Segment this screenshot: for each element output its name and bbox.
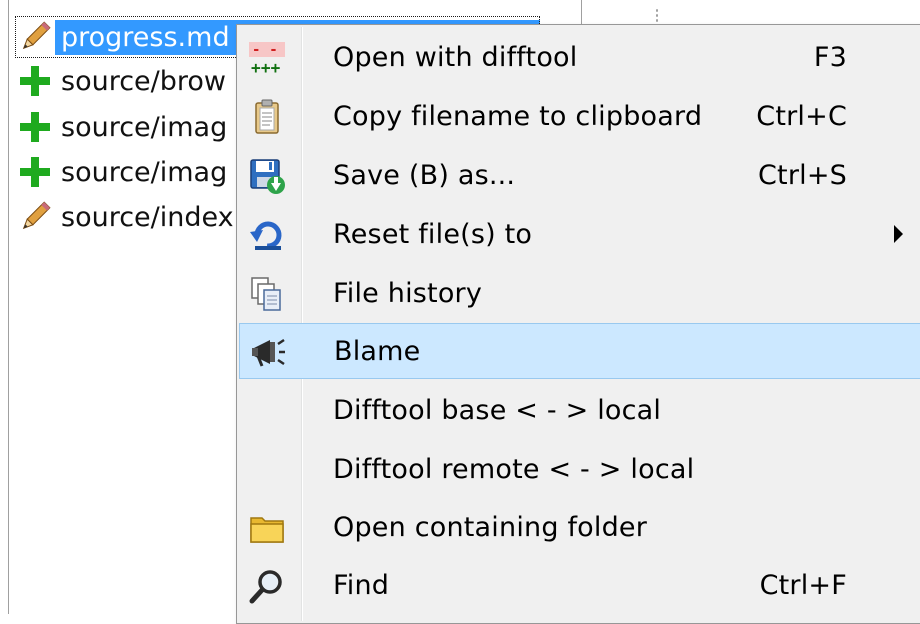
menu-item-label: Open with difftool	[333, 42, 578, 73]
file-row[interactable]: source/brow	[15, 60, 232, 102]
menu-item-label: Open containing folder	[333, 512, 648, 543]
menu-item-find[interactable]: Find Ctrl+F	[239, 558, 920, 614]
menu-item-difftool-base-local[interactable]: Difftool base < - > local	[239, 383, 920, 439]
file-name: source/brow	[61, 65, 227, 97]
submenu-arrow-icon	[894, 225, 903, 243]
find-icon	[247, 566, 287, 606]
clipboard-icon	[247, 97, 287, 137]
file-name: source/imag	[61, 156, 228, 188]
plus-icon	[15, 152, 55, 192]
menu-item-label: Blame	[334, 336, 421, 367]
file-name: source/imag	[61, 111, 228, 143]
plus-icon	[15, 61, 55, 101]
menu-item-label: Copy filename to clipboard	[333, 101, 703, 132]
menu-item-blame[interactable]: Blame	[239, 323, 920, 379]
menu-item-shortcut: Ctrl+F	[759, 570, 847, 601]
menu-item-difftool-remote-local[interactable]: Difftool remote < - > local	[239, 442, 920, 498]
pencil-icon	[15, 17, 55, 57]
file-name: source/index	[61, 201, 234, 233]
file-row[interactable]: source/index	[15, 196, 240, 238]
svg-text:- - -: - - -	[252, 42, 285, 58]
save-icon	[247, 156, 287, 196]
menu-item-label: Save (B) as...	[333, 160, 516, 191]
menu-item-label: File history	[333, 278, 483, 309]
blame-icon	[248, 332, 288, 372]
file-row[interactable]: source/imag	[15, 151, 233, 193]
menu-item-file-history[interactable]: File history	[239, 266, 920, 322]
menu-item-shortcut: F3	[813, 42, 847, 73]
menu-item-shortcut: Ctrl+C	[756, 101, 847, 132]
menu-item-copy-filename[interactable]: Copy filename to clipboard Ctrl+C	[239, 89, 920, 145]
menu-item-open-with-difftool[interactable]: - - - +++ Open with difftool F3	[239, 30, 920, 86]
file-context-menu: - - - +++ Open with difftool F3 Copy fil…	[236, 24, 920, 624]
menu-item-label: Reset file(s) to	[333, 219, 533, 250]
reset-icon	[247, 215, 287, 255]
menu-item-label: Find	[333, 570, 390, 601]
pencil-icon	[15, 197, 55, 237]
diff-icon: - - - +++	[247, 38, 287, 78]
menu-item-open-containing-folder[interactable]: Open containing folder	[239, 500, 920, 556]
menu-item-label: Difftool remote < - > local	[333, 454, 695, 485]
folder-icon	[247, 508, 287, 548]
file-history-icon	[247, 274, 287, 314]
file-row[interactable]: source/imag	[15, 106, 233, 148]
menu-item-save-as[interactable]: Save (B) as... Ctrl+S	[239, 148, 920, 204]
plus-icon	[15, 107, 55, 147]
menu-item-reset-files[interactable]: Reset file(s) to	[239, 207, 920, 263]
svg-text:+++: +++	[251, 58, 281, 76]
menu-item-shortcut: Ctrl+S	[757, 160, 847, 191]
menu-item-label: Difftool base < - > local	[333, 395, 662, 426]
